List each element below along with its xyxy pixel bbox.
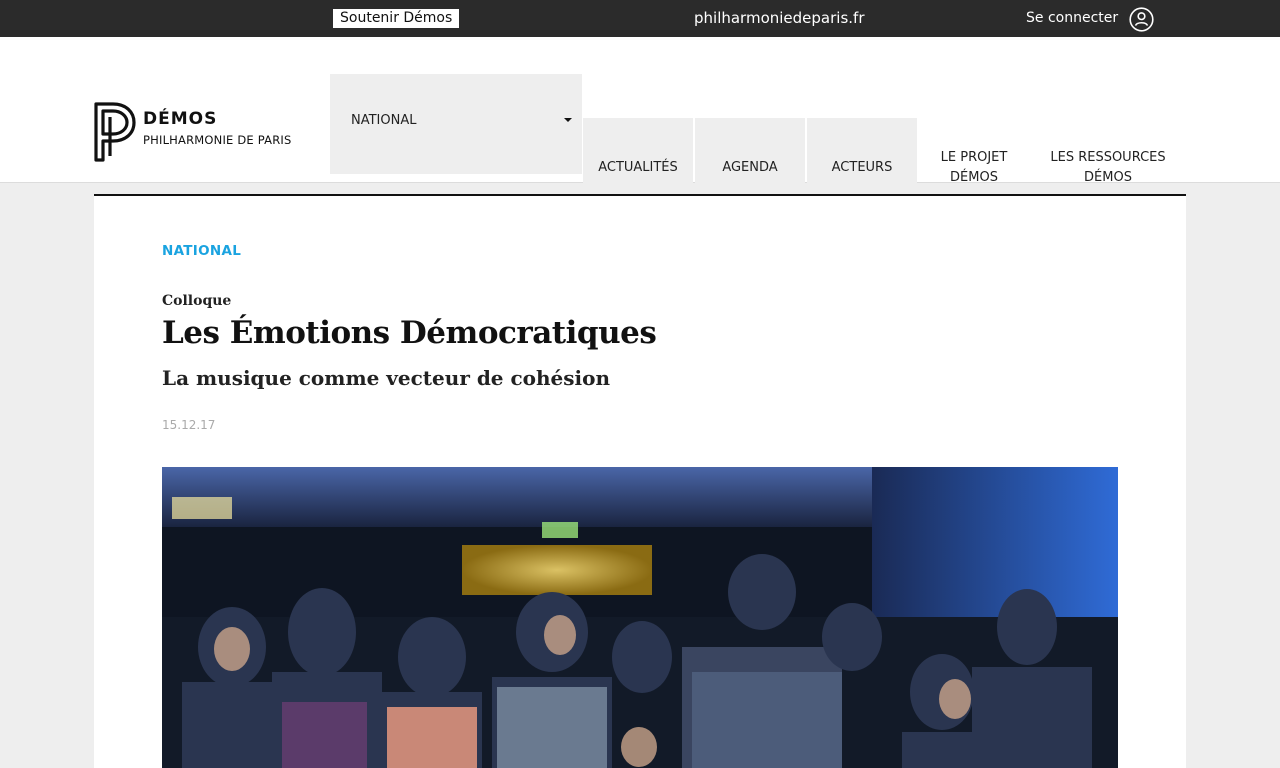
login-link[interactable]: Se connecter xyxy=(1026,8,1118,28)
article-kicker: Colloque xyxy=(162,293,232,309)
demos-logo-mark xyxy=(94,102,136,162)
nav-ressources-line2: DÉMOS xyxy=(1084,170,1132,185)
nav-ressources-line1: LES RESSOURCES xyxy=(1050,150,1166,165)
nav-projet-line1: LE PROJET xyxy=(940,150,1008,165)
article-date: 15.12.17 xyxy=(162,418,216,432)
nav-national-label: NATIONAL xyxy=(351,113,417,128)
site-header: DÉMOS PHILHARMONIE DE PARIS NATIONAL ACT… xyxy=(0,37,1280,218)
caret-down-icon xyxy=(564,118,572,122)
logo-title: DÉMOS xyxy=(143,109,218,129)
article-category[interactable]: NATIONAL xyxy=(162,243,241,259)
user-icon[interactable] xyxy=(1129,7,1154,32)
nav-national-dropdown[interactable]: NATIONAL xyxy=(330,74,582,174)
nav-projet-line2: DÉMOS xyxy=(950,170,998,185)
top-bar: Soutenir Démos philharmoniedeparis.fr Se… xyxy=(0,0,1280,37)
article-title: Les Émotions Démocratiques xyxy=(162,315,657,351)
demos-logo[interactable]: DÉMOS PHILHARMONIE DE PARIS xyxy=(93,101,293,163)
article-card: NATIONAL Colloque Les Émotions Démocrati… xyxy=(94,194,1186,768)
article-photo xyxy=(162,467,1118,768)
logo-subtitle: PHILHARMONIE DE PARIS xyxy=(143,133,292,147)
article-subtitle: La musique comme vecteur de cohésion xyxy=(162,366,611,390)
philharmonie-site-link[interactable]: philharmoniedeparis.fr xyxy=(694,8,865,28)
support-demos-button[interactable]: Soutenir Démos xyxy=(333,9,460,28)
